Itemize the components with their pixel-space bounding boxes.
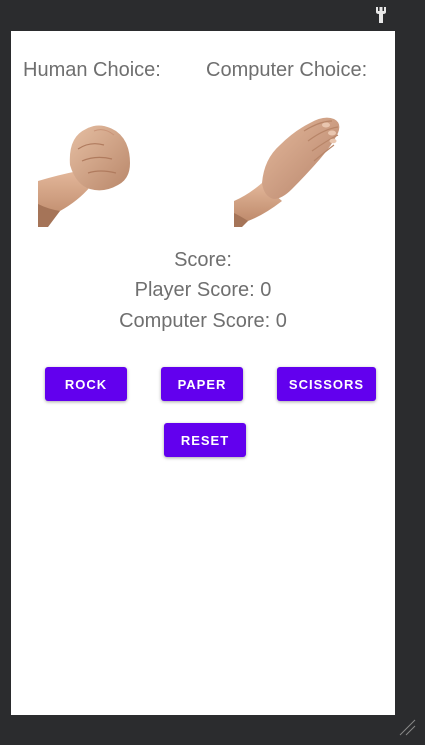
scissors-button[interactable]: SCISSORS (277, 367, 376, 401)
computer-score-text: Computer Score: 0 (11, 310, 395, 333)
computer-choice-label: Computer Choice: (206, 59, 368, 81)
emulator-window: Human Choice: Computer Choice: Score: Pl… (0, 0, 425, 745)
player-score-text: Player Score: 0 (11, 279, 395, 302)
rock-button[interactable]: ROCK (45, 367, 127, 401)
player-score-label: Player Score: (134, 279, 261, 301)
paper-flat-hand-icon (234, 117, 340, 227)
resize-grip-icon[interactable] (398, 718, 416, 736)
rock-fist-hand-icon (38, 125, 130, 227)
computer-score-label: Computer Score: (119, 310, 276, 332)
app-screen: Human Choice: Computer Choice: Score: Pl… (11, 31, 395, 715)
player-score-value: 0 (260, 279, 272, 301)
score-title: Score: (174, 249, 232, 271)
paper-button[interactable]: PAPER (161, 367, 243, 401)
human-choice-label: Human Choice: (23, 59, 161, 81)
computer-score-value: 0 (275, 310, 287, 332)
wrench-icon[interactable] (373, 6, 389, 24)
reset-button[interactable]: RESET (164, 423, 246, 457)
